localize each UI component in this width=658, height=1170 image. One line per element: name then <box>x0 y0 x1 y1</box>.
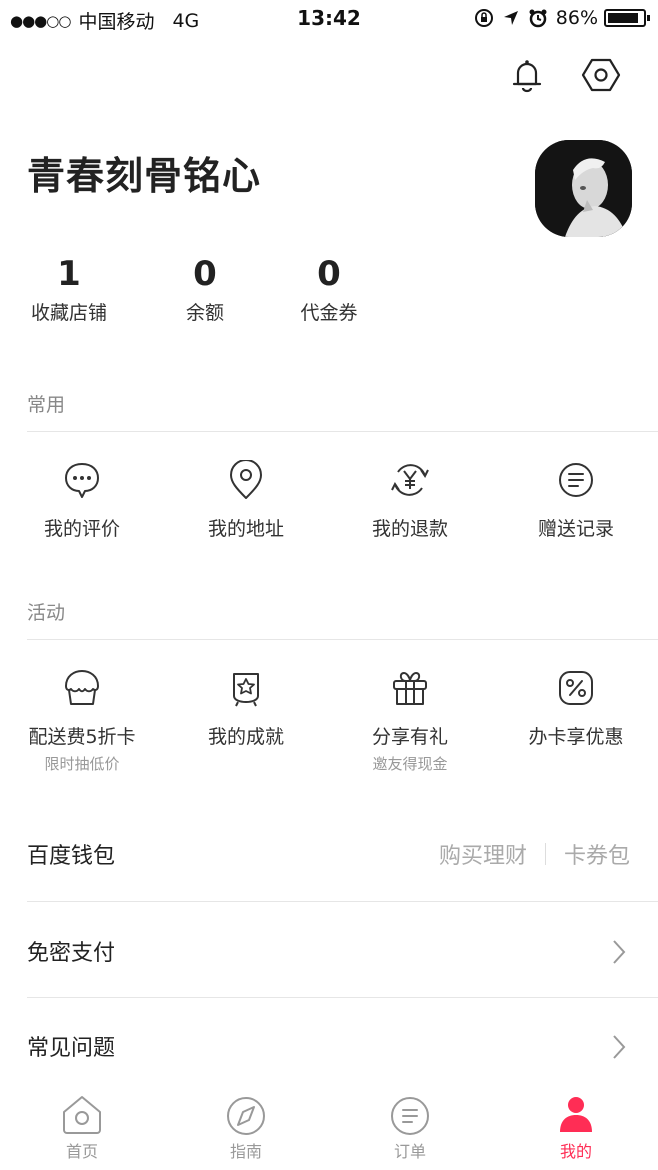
tab-mine[interactable]: 我的 <box>494 1092 658 1162</box>
menu-item-delivery-card[interactable]: 配送费5折卡 限时抽低价 <box>0 668 164 774</box>
tab-orders[interactable]: 订单 <box>328 1092 492 1162</box>
username[interactable]: 青春刻骨铭心 <box>27 145 261 200</box>
stat-value: 0 <box>193 254 217 294</box>
row-label: 常见问题 <box>27 1036 116 1061</box>
menu-item-refunds[interactable]: 我的退款 <box>328 460 492 541</box>
avatar[interactable] <box>535 140 632 237</box>
settings-icon[interactable] <box>580 54 622 96</box>
chevron-right-icon <box>613 1035 626 1059</box>
status-right: 86% <box>474 7 650 29</box>
stat-label: 代金券 <box>300 302 358 324</box>
divider <box>27 997 658 998</box>
user-icon <box>560 1097 592 1132</box>
list-icon <box>559 463 593 497</box>
section-title-activity: 活动 <box>27 602 66 624</box>
stat-favorite-shops[interactable]: 1 收藏店铺 <box>27 252 111 325</box>
bell-icon[interactable] <box>506 54 548 96</box>
row-label: 免密支付 <box>27 941 116 966</box>
menu-item-achievements[interactable]: 我的成就 <box>164 668 328 749</box>
stat-value: 1 <box>57 254 81 294</box>
cupcake-icon <box>65 670 99 705</box>
tab-label: 订单 <box>393 1142 426 1161</box>
menu-item-label: 我的退款 <box>371 518 448 540</box>
battery-percent: 86% <box>555 7 598 29</box>
gift-icon <box>393 671 427 705</box>
location-pin-icon <box>230 460 262 499</box>
home-icon <box>63 1096 101 1134</box>
menu-item-label: 我的地址 <box>207 518 284 540</box>
row-faq[interactable]: 常见问题 <box>27 1016 658 1076</box>
wallet-coupons-link[interactable]: 卡券包 <box>564 838 630 870</box>
divider <box>27 431 658 432</box>
menu-item-label: 我的成就 <box>207 726 284 748</box>
section-title-common: 常用 <box>27 394 66 416</box>
row-password-free-pay[interactable]: 免密支付 <box>27 921 658 981</box>
percent-icon <box>559 671 593 705</box>
chevron-right-icon <box>613 940 626 964</box>
menu-item-share-gift[interactable]: 分享有礼 邀友得现金 <box>328 668 492 774</box>
tab-bar: 首页 指南 订单 我的 <box>0 1088 658 1170</box>
rotation-lock-icon <box>474 9 493 27</box>
menu-item-label: 办卡享优惠 <box>528 726 624 748</box>
wallet-finance-link[interactable]: 购买理财 <box>439 838 527 870</box>
menu-item-sublabel: 邀友得现金 <box>372 755 448 773</box>
location-arrow-icon <box>503 11 518 25</box>
menu-item-label: 我的评价 <box>43 518 120 540</box>
stat-value: 0 <box>317 254 341 294</box>
menu-item-card-discount[interactable]: 办卡享优惠 <box>494 668 658 749</box>
divider <box>544 843 546 865</box>
stat-label: 收藏店铺 <box>30 302 107 324</box>
compass-icon <box>227 1097 265 1135</box>
tab-label: 我的 <box>559 1142 592 1161</box>
stat-vouchers[interactable]: 0 代金券 <box>296 252 362 325</box>
tab-label: 指南 <box>229 1142 262 1161</box>
alarm-icon <box>529 9 547 28</box>
chat-bubble-icon <box>65 463 99 498</box>
menu-item-label: 赠送记录 <box>537 518 614 540</box>
wallet-row[interactable]: 百度钱包 购买理财 卡券包 <box>27 824 658 884</box>
tab-label: 首页 <box>65 1142 98 1161</box>
stat-label: 余额 <box>185 302 224 324</box>
menu-item-gift-records[interactable]: 赠送记录 <box>494 460 658 541</box>
badge-icon <box>233 673 259 707</box>
menu-item-label: 分享有礼 <box>371 726 448 748</box>
menu-item-address[interactable]: 我的地址 <box>164 460 328 541</box>
menu-item-label: 配送费5折卡 <box>28 726 136 748</box>
menu-item-sublabel: 限时抽低价 <box>44 755 120 773</box>
order-icon <box>391 1097 429 1135</box>
tab-guide[interactable]: 指南 <box>164 1092 328 1162</box>
tab-home[interactable]: 首页 <box>0 1092 164 1162</box>
divider <box>27 639 658 640</box>
battery-icon <box>604 9 650 27</box>
wallet-label: 百度钱包 <box>27 844 116 869</box>
refund-icon <box>391 464 429 496</box>
wallet-links: 购买理财 卡券包 <box>439 838 630 870</box>
menu-item-reviews[interactable]: 我的评价 <box>0 460 164 541</box>
stat-balance[interactable]: 0 余额 <box>172 252 238 325</box>
status-bar: ●●●○○ 中国移动 4G 13:42 86% <box>0 0 658 38</box>
divider <box>27 901 658 902</box>
